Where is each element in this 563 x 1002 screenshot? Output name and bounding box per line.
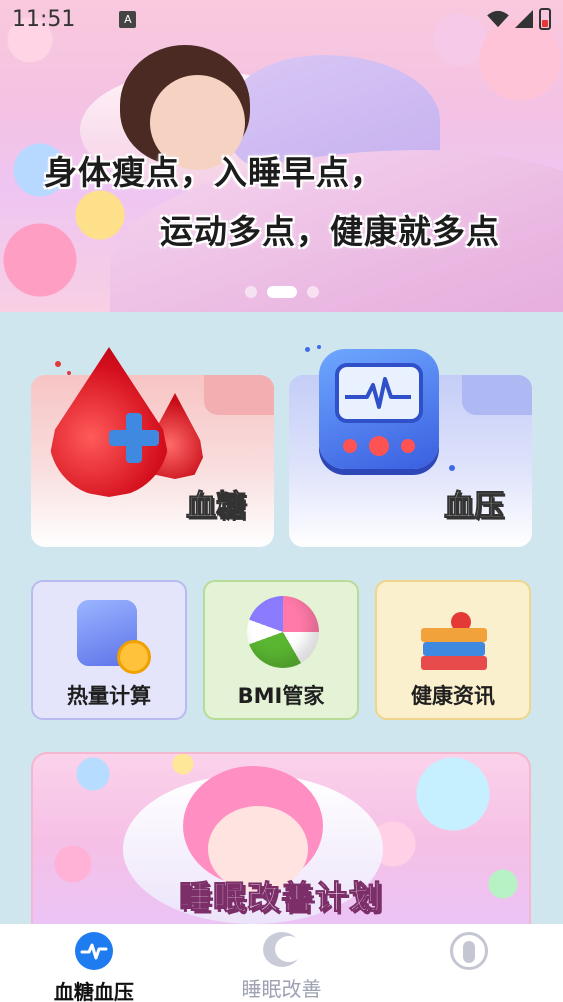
carousel-dot-active[interactable] — [266, 286, 297, 298]
monitor-button — [343, 439, 357, 453]
sparkle-icon — [449, 465, 455, 471]
battery-icon — [539, 8, 551, 30]
status-time: 11:51 — [12, 6, 76, 32]
sparkle-icon — [55, 361, 61, 367]
tab-label: 血糖血压 — [53, 980, 134, 1002]
beach-ball-icon — [243, 596, 319, 672]
calculator-icon: + − % — [71, 596, 151, 674]
health-news-label: 健康资讯 — [411, 684, 495, 708]
bottom-nav: 血糖血压 睡眠改善 — [0, 924, 563, 1002]
calorie-calculator-label: 热量计算 — [67, 684, 151, 708]
carousel-dot[interactable] — [244, 286, 257, 298]
hero-banner[interactable]: 身体瘦点，入睡早点， 运动多点，健康就多点 — [0, 0, 563, 312]
pulse-line-icon — [345, 377, 411, 409]
signal-icon — [515, 10, 533, 28]
status-bar: 11:51 A — [0, 0, 563, 38]
heartbeat-icon — [74, 932, 113, 970]
books-icon — [415, 596, 491, 672]
pressure-monitor-icon — [319, 349, 439, 469]
tab-profile[interactable] — [375, 924, 563, 1002]
wifi-icon — [487, 10, 509, 28]
calorie-calculator-card[interactable]: + − % 热量计算 — [31, 580, 187, 720]
blood-sugar-label: 血糖 — [186, 489, 247, 525]
blood-sugar-card[interactable]: 血糖 — [31, 347, 274, 547]
a-icon: A — [119, 10, 137, 28]
tab-sleep-improvement[interactable]: 睡眠改善 — [188, 924, 376, 1002]
carousel-indicator — [0, 286, 563, 298]
plus-icon — [109, 413, 159, 463]
monitor-button — [401, 439, 415, 453]
moon-icon — [262, 932, 303, 967]
sleep-plan-title: 睡眠改善计划 — [178, 878, 383, 917]
sparkle-icon — [317, 345, 321, 349]
bmi-manager-label: BMI管家 — [237, 684, 325, 708]
sleep-plan-card[interactable]: 睡眠改善计划 — [31, 752, 531, 932]
carousel-dot[interactable] — [306, 286, 319, 298]
health-news-card[interactable]: 健康资讯 — [375, 580, 531, 720]
blood-pressure-label: 血压 — [444, 489, 505, 525]
monitor-button — [369, 436, 389, 456]
user-icon — [450, 932, 489, 970]
card-folder-tab — [204, 375, 274, 415]
tab-blood-sugar-pressure[interactable]: 血糖血压 — [0, 924, 188, 1002]
tab-label: 睡眠改善 — [241, 977, 322, 1001]
monitor-screen — [335, 363, 423, 423]
banner-slogan-line1: 身体瘦点，入睡早点， — [44, 153, 384, 192]
bmi-manager-card[interactable]: BMI管家 — [203, 580, 359, 720]
sparkle-icon — [67, 371, 71, 375]
blood-pressure-card[interactable]: 血压 — [289, 345, 532, 547]
banner-slogan-line2: 运动多点，健康就多点 — [160, 212, 500, 251]
sparkle-icon — [305, 347, 310, 352]
card-folder-tab — [462, 375, 532, 415]
